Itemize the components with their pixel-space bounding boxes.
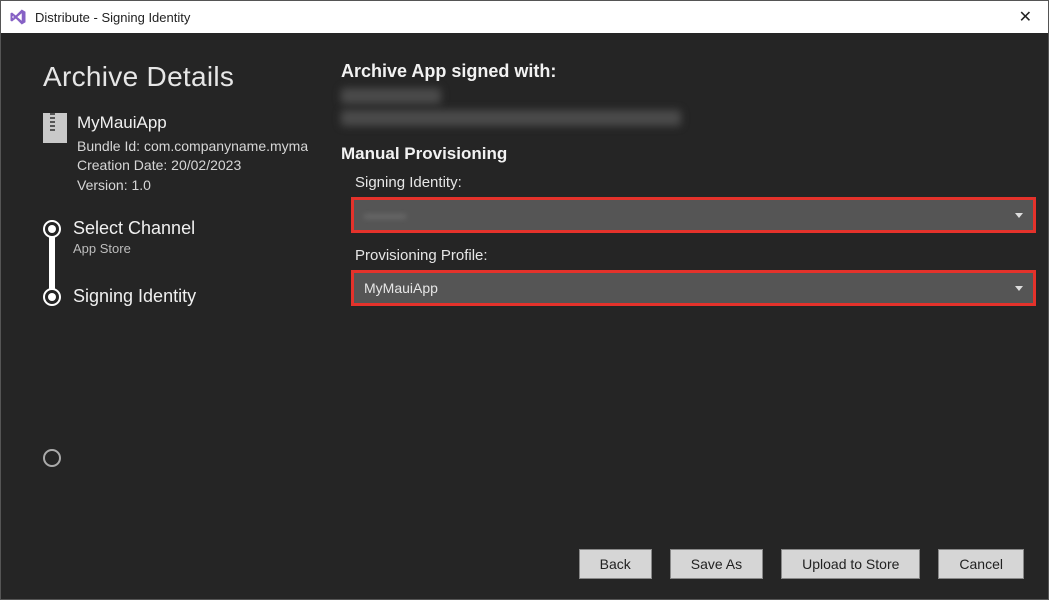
provisioning-profile-label: Provisioning Profile: [355, 247, 1036, 264]
step-select-channel[interactable]: Select Channel App Store [43, 218, 331, 256]
upload-to-store-button[interactable]: Upload to Store [781, 549, 920, 579]
chevron-down-icon [1015, 213, 1023, 218]
step-sublabel: App Store [73, 241, 331, 256]
app-meta: MyMauiApp Bundle Id: com.companyname.mym… [77, 111, 308, 196]
redacted-text [341, 88, 441, 104]
version: Version: 1.0 [77, 176, 308, 196]
provisioning-profile-highlight: MyMauiApp [351, 270, 1036, 306]
right-panel: Archive App signed with: Manual Provisio… [341, 43, 1048, 539]
signing-identity-value: ——— [364, 207, 406, 223]
left-panel: Archive Details MyMauiApp Bundle Id: com… [1, 43, 341, 539]
save-as-button[interactable]: Save As [670, 549, 763, 579]
app-info-block: MyMauiApp Bundle Id: com.companyname.mym… [43, 111, 331, 196]
close-button[interactable]: ✕ [1011, 5, 1040, 29]
signing-identity-dropdown[interactable]: ——— [354, 200, 1033, 230]
provisioning-profile-value: MyMauiApp [364, 280, 438, 296]
chevron-down-icon [1015, 286, 1023, 291]
window-title: Distribute - Signing Identity [35, 10, 1011, 25]
titlebar: Distribute - Signing Identity ✕ [1, 1, 1048, 33]
app-name: MyMauiApp [77, 111, 308, 135]
back-button[interactable]: Back [579, 549, 652, 579]
step-dot-icon [43, 288, 61, 306]
creation-date: Creation Date: 20/02/2023 [77, 156, 308, 176]
footer-buttons: Back Save As Upload to Store Cancel [1, 539, 1048, 599]
signing-identity-highlight: ——— [351, 197, 1036, 233]
visual-studio-icon [9, 8, 27, 26]
step-label: Select Channel [73, 218, 331, 239]
redacted-text [341, 110, 681, 126]
archive-icon [43, 113, 67, 143]
signing-identity-label: Signing Identity: [355, 174, 1036, 191]
cancel-button[interactable]: Cancel [938, 549, 1024, 579]
archive-signed-title: Archive App signed with: [341, 61, 1036, 82]
step-dot-icon [43, 220, 61, 238]
archive-details-heading: Archive Details [43, 61, 331, 93]
step-dot-icon [43, 449, 61, 467]
step-signing-identity[interactable]: Signing Identity [43, 286, 331, 307]
step-label: Signing Identity [73, 286, 331, 307]
steps-list: Select Channel App Store Signing Identit… [43, 218, 331, 307]
bundle-id: Bundle Id: com.companyname.myma [77, 137, 308, 157]
content-area: Archive Details MyMauiApp Bundle Id: com… [1, 33, 1048, 539]
distribute-window: Distribute - Signing Identity ✕ Archive … [0, 0, 1049, 600]
provisioning-profile-dropdown[interactable]: MyMauiApp [354, 273, 1033, 303]
manual-provisioning-title: Manual Provisioning [341, 144, 1036, 164]
